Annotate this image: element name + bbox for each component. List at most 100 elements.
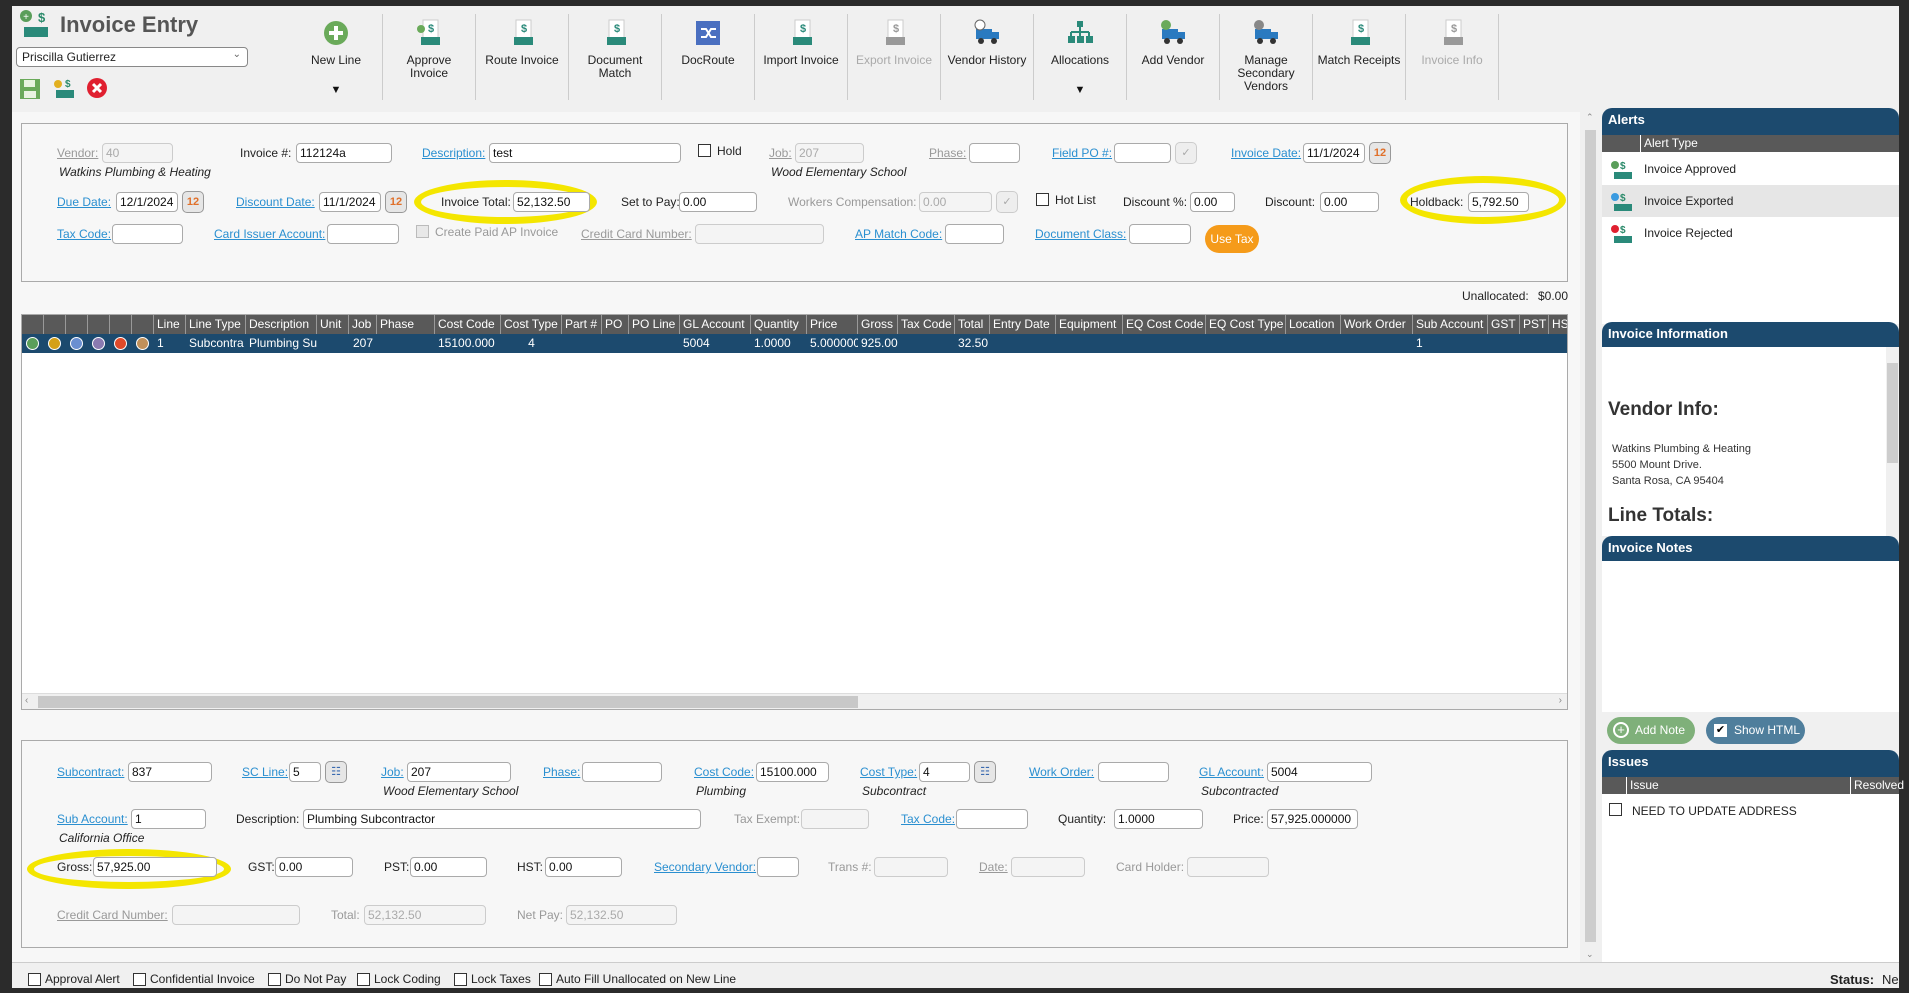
scroll-up-icon[interactable]: ⌃ — [1586, 112, 1594, 123]
card-issuer-label[interactable]: Card Issuer Account: — [214, 227, 325, 241]
grid-column-header[interactable]: Price — [807, 315, 858, 334]
grid-cell[interactable] — [317, 334, 349, 353]
grid-cell[interactable] — [1056, 334, 1123, 353]
ap-match-field[interactable] — [945, 224, 1004, 244]
grid-cell[interactable] — [1286, 334, 1341, 353]
approval-alert-checkbox[interactable] — [28, 973, 41, 986]
grid-cell[interactable] — [1206, 334, 1286, 353]
grid-column-header[interactable]: PO — [602, 315, 629, 334]
cost-type-field[interactable]: 4 — [919, 762, 970, 782]
grid-cell[interactable] — [377, 334, 435, 353]
scroll-right-icon[interactable]: › — [1559, 695, 1562, 706]
grid-column-header[interactable]: HST — [1549, 315, 1567, 334]
add-icon[interactable] — [26, 337, 39, 350]
sc-line-lookup-icon[interactable]: ☷ — [325, 761, 347, 783]
discount-date-field[interactable]: 11/1/2024 — [319, 192, 381, 212]
due-date-field[interactable]: 12/1/2024 — [116, 192, 178, 212]
pst-field[interactable]: 0.00 — [410, 857, 487, 877]
hold-checkbox[interactable] — [698, 144, 711, 157]
allocations-button[interactable]: Allocations ▼ — [1034, 14, 1127, 100]
grid-column-header[interactable] — [44, 315, 66, 334]
grid-column-header[interactable] — [22, 315, 44, 334]
do-not-pay-checkbox[interactable] — [268, 973, 281, 986]
phase-field[interactable] — [582, 762, 662, 782]
grid-column-header[interactable]: Cost Code — [435, 315, 501, 334]
show-html-checkbox[interactable]: ✔ — [1714, 724, 1727, 737]
subcontract-label[interactable]: Subcontract: — [57, 765, 124, 779]
table-row[interactable]: 1 Subcontra Plumbing Su 207 15100.000 4 5004 1.… — [22, 334, 1567, 353]
grid-cell[interactable]: 32.50 — [955, 334, 990, 353]
grid-icon-cell[interactable] — [132, 334, 154, 353]
grid-column-header[interactable]: Unit — [317, 315, 349, 334]
grid-cell[interactable] — [1123, 334, 1206, 353]
grid-cell[interactable]: 4 — [501, 334, 562, 353]
grid-column-header[interactable] — [110, 315, 132, 334]
grid-column-header[interactable]: Gross — [858, 315, 898, 334]
sub-account-label[interactable]: Sub Account: — [57, 812, 128, 826]
invoice-notes-body[interactable] — [1602, 561, 1899, 712]
save-icon[interactable] — [19, 78, 41, 100]
grid-cell[interactable] — [990, 334, 1056, 353]
delete-icon[interactable] — [114, 337, 127, 350]
user-select[interactable]: Priscilla Gutierrez ⌄ — [16, 47, 248, 67]
field-po-field[interactable] — [1114, 143, 1171, 163]
confidential-invoice-checkbox[interactable] — [133, 973, 146, 986]
grid-cell[interactable]: 1 — [154, 334, 186, 353]
grid-column-header[interactable] — [132, 315, 154, 334]
grid-cell[interactable]: 15100.000 — [435, 334, 501, 353]
grid-cell[interactable]: 1 — [1413, 334, 1488, 353]
close-icon[interactable] — [86, 77, 108, 99]
grid-column-header[interactable]: GST — [1488, 315, 1520, 334]
set-to-pay-field[interactable]: 0.00 — [679, 192, 757, 212]
tax-code-label[interactable]: Tax Code: — [901, 812, 955, 826]
docroute-button[interactable]: DocRoute — [662, 14, 755, 100]
grid-column-header[interactable]: GL Account — [680, 315, 751, 334]
tax-code-field[interactable] — [112, 224, 183, 244]
secondary-vendor-field[interactable] — [757, 857, 799, 877]
document-match-button[interactable]: $ Document Match — [569, 14, 662, 100]
job-label[interactable]: Job: — [381, 765, 404, 779]
grid-cell[interactable] — [1488, 334, 1520, 353]
use-tax-button[interactable]: Use Tax — [1205, 225, 1259, 253]
invoice-no-field[interactable]: 112124a — [296, 143, 392, 163]
match-receipts-button[interactable]: $ Match Receipts — [1313, 14, 1406, 100]
approve-invoice-button[interactable]: $ Approve Invoice — [383, 14, 476, 100]
grid-column-header[interactable]: EQ Cost Type — [1206, 315, 1286, 334]
hst-field[interactable]: 0.00 — [545, 857, 622, 877]
phase-label[interactable]: Phase: — [543, 765, 580, 779]
grid-column-header[interactable]: Work Order — [1341, 315, 1413, 334]
manage-secondary-vendors-button[interactable]: Manage Secondary Vendors — [1220, 14, 1313, 100]
new-line-button[interactable]: New Line ▼ — [290, 14, 383, 100]
subcontract-field[interactable]: 837 — [128, 762, 212, 782]
invoice-date-label[interactable]: Invoice Date: — [1231, 146, 1301, 160]
sc-line-label[interactable]: SC Line: — [242, 765, 288, 779]
discount-date-calendar-icon[interactable]: 12 — [385, 191, 407, 213]
holdback-field[interactable]: 5,792.50 — [1468, 192, 1529, 212]
description-field[interactable]: Plumbing Subcontractor — [303, 809, 701, 829]
gl-account-field[interactable]: 5004 — [1267, 762, 1372, 782]
sub-account-field[interactable]: 1 — [131, 809, 206, 829]
grid-column-header[interactable]: Part # — [562, 315, 602, 334]
doc-class-label[interactable]: Document Class: — [1035, 227, 1126, 241]
grid-column-header[interactable]: Line — [154, 315, 186, 334]
due-date-label[interactable]: Due Date: — [57, 195, 111, 209]
import-invoice-button[interactable]: $ Import Invoice — [755, 14, 848, 100]
work-order-field[interactable] — [1098, 762, 1169, 782]
grid-column-header[interactable]: PO Line — [629, 315, 680, 334]
grid-cell[interactable] — [898, 334, 955, 353]
info-scrollbar[interactable] — [1886, 347, 1899, 536]
grid-column-header[interactable]: Location — [1286, 315, 1341, 334]
gst-field[interactable]: 0.00 — [275, 857, 353, 877]
grid-column-header[interactable]: Job — [349, 315, 377, 334]
issue-checkbox[interactable] — [1609, 803, 1622, 816]
invoice-alert-icon[interactable]: $ — [52, 76, 76, 100]
discount-pct-field[interactable]: 0.00 — [1190, 192, 1235, 212]
price-field[interactable]: 57,925.000000 — [1267, 809, 1358, 829]
quantity-field[interactable]: 1.0000 — [1114, 809, 1203, 829]
resolved-column[interactable]: Resolved — [1850, 777, 1904, 794]
invoice-date-calendar-icon[interactable]: 12 — [1369, 142, 1391, 164]
grid-column-header[interactable]: Equipment — [1056, 315, 1123, 334]
grid-cell[interactable]: Plumbing Su — [246, 334, 317, 353]
grid-column-header[interactable] — [88, 315, 110, 334]
scroll-down-icon[interactable]: ⌄ — [1586, 949, 1594, 960]
